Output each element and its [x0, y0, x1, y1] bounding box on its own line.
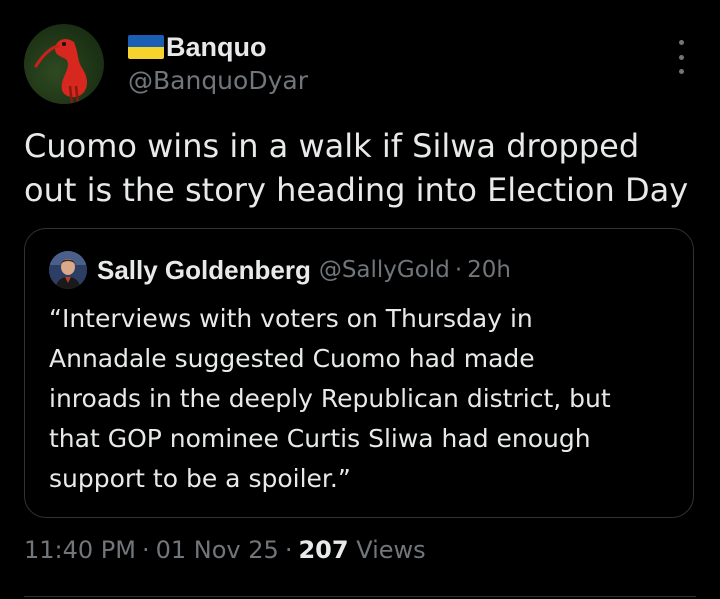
- quoted-text-line: support to be a spoiler.”: [49, 464, 351, 493]
- divider: [24, 596, 696, 597]
- views-count[interactable]: 207: [298, 536, 348, 564]
- person-portrait-icon: [49, 251, 87, 289]
- quoted-text-line: that GOP nominee Curtis Sliwa had enough: [49, 424, 591, 453]
- quoted-tweet-header: Sally Goldenberg @SallyGold · 20h: [49, 251, 511, 289]
- display-name[interactable]: Banquo: [166, 32, 267, 63]
- quoted-display-name[interactable]: Sally Goldenberg: [97, 255, 311, 286]
- more-options-icon[interactable]: [674, 40, 688, 74]
- quoted-avatar[interactable]: [49, 251, 87, 289]
- avatar[interactable]: [24, 24, 104, 104]
- name-row: Banquo: [128, 30, 308, 64]
- separator-dot: ·: [141, 536, 150, 564]
- quoted-handle[interactable]: @SallyGold: [319, 257, 450, 283]
- tweet-text: Cuomo wins in a walk if Silwa dropped ou…: [24, 124, 704, 212]
- tweet: Banquo @BanquoDyar Cuomo wins in a walk …: [0, 0, 720, 599]
- quoted-text-line: inroads in the deeply Republican distric…: [49, 384, 611, 413]
- quoted-text-line: Annadale suggested Cuomo had made: [49, 344, 535, 373]
- quoted-tweet[interactable]: Sally Goldenberg @SallyGold · 20h “Inter…: [24, 228, 694, 518]
- separator-dot: ·: [284, 536, 293, 564]
- quoted-tweet-text: “Interviews with voters on Thursday in A…: [49, 299, 679, 499]
- scarlet-ibis-icon: [34, 39, 88, 104]
- handle[interactable]: @BanquoDyar: [128, 66, 308, 95]
- tweet-text-line: out is the story heading into Election D…: [24, 171, 689, 209]
- views-label[interactable]: Views: [356, 536, 425, 564]
- author-block: Banquo @BanquoDyar: [128, 30, 308, 95]
- post-time[interactable]: 11:40 PM: [24, 536, 136, 564]
- separator-dot: ·: [454, 257, 463, 283]
- quoted-text-line: “Interviews with voters on Thursday in: [49, 304, 533, 333]
- tweet-text-line: Cuomo wins in a walk if Silwa dropped: [24, 127, 640, 165]
- tweet-meta: 11:40 PM · 01 Nov 25 · 207 Views: [24, 536, 426, 564]
- ukraine-flag-icon: [128, 35, 164, 59]
- post-date[interactable]: 01 Nov 25: [156, 536, 279, 564]
- quoted-timestamp[interactable]: 20h: [467, 257, 511, 283]
